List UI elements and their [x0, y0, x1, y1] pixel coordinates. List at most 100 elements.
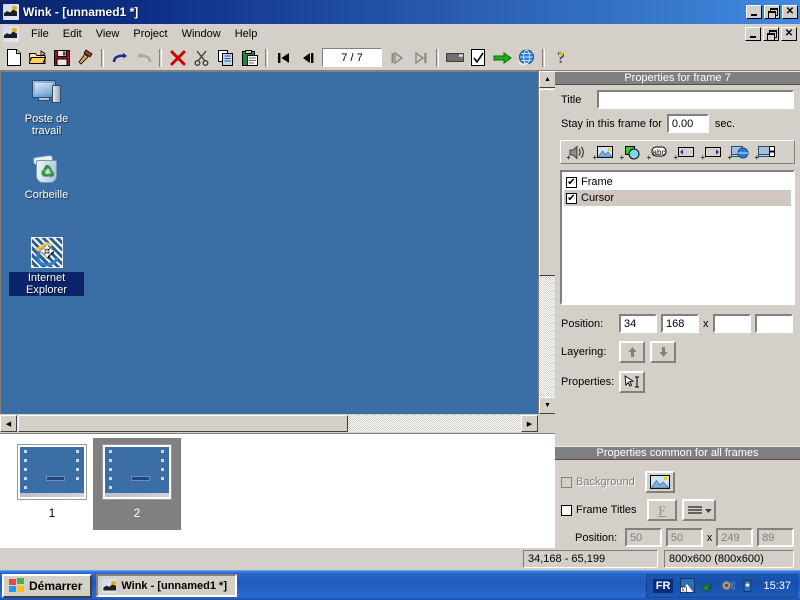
- paste-clipboard-icon[interactable]: [238, 47, 261, 69]
- mdi-minimize-button[interactable]: [745, 27, 761, 41]
- undo-arrow-icon[interactable]: [108, 47, 131, 69]
- checkbox-checked-icon[interactable]: ✔: [566, 176, 577, 188]
- position-label: Position:: [561, 317, 604, 330]
- checked-page-icon[interactable]: [467, 47, 490, 69]
- open-folder-icon[interactable]: [26, 47, 49, 69]
- copy-pages-icon[interactable]: [214, 47, 237, 69]
- checkbox-checked-icon[interactable]: ✔: [566, 192, 577, 204]
- menu-help[interactable]: Help: [228, 26, 265, 42]
- wink-application-window: Wink - [unnamed1 *] ✕ File Edit View Pro…: [0, 0, 800, 600]
- thumbnail-preview: [105, 447, 169, 497]
- canvas-vertical-scrollbar[interactable]: ▲ ▼: [538, 71, 556, 414]
- save-disk-icon[interactable]: [50, 47, 73, 69]
- new-file-icon[interactable]: [2, 47, 25, 69]
- window-restore-button[interactable]: [764, 5, 780, 19]
- battery-icon[interactable]: [740, 578, 755, 593]
- language-indicator[interactable]: FR: [652, 578, 674, 593]
- scroll-left-arrow-icon[interactable]: ◀: [0, 415, 17, 432]
- scroll-up-arrow-icon[interactable]: ▲: [539, 71, 556, 88]
- volume-speaker-green-icon[interactable]: [700, 578, 715, 593]
- wink-bird-icon: [3, 4, 19, 20]
- screen-capture-icon[interactable]: k: [680, 578, 696, 594]
- first-frame-icon[interactable]: [272, 47, 295, 69]
- thumbnail-frame: [17, 444, 87, 500]
- canvas-horizontal-scrollbar[interactable]: ◀ ▶: [0, 415, 538, 432]
- desktop-icon-recycle-bin[interactable]: ♺ Corbeille: [9, 154, 84, 201]
- font-F-icon[interactable]: F: [646, 499, 677, 521]
- position-height-input[interactable]: [754, 314, 793, 333]
- cut-scissors-icon[interactable]: [190, 47, 213, 69]
- menu-window[interactable]: Window: [175, 26, 228, 42]
- hammer-build-icon[interactable]: [74, 47, 97, 69]
- desktop-icon-internet-explorer[interactable]: ✥ Internet Explorer: [9, 237, 84, 296]
- add-text-icon[interactable]: abc +: [644, 142, 670, 162]
- filmstrip-thumbnail[interactable]: 2: [93, 438, 181, 530]
- menu-edit[interactable]: Edit: [56, 26, 89, 42]
- delete-x-icon[interactable]: [166, 47, 189, 69]
- title-input[interactable]: [597, 90, 794, 109]
- green-arrow-icon[interactable]: [491, 47, 514, 69]
- svg-text:+: +: [647, 153, 652, 161]
- add-window-icon[interactable]: +: [752, 142, 778, 162]
- redo-arrow-icon: [132, 47, 155, 69]
- widescreen-icon[interactable]: [443, 47, 466, 69]
- add-shape-icon[interactable]: +: [617, 142, 643, 162]
- sound-wave-icon[interactable]: [720, 578, 737, 593]
- menu-view[interactable]: View: [89, 26, 127, 42]
- background-checkbox[interactable]: [561, 476, 572, 488]
- align-lines-icon[interactable]: [681, 499, 716, 521]
- frame-objects-list[interactable]: ✔ Frame ✔ Cursor: [560, 170, 795, 305]
- vertical-scroll-thumb[interactable]: [539, 89, 556, 276]
- window-minimize-button[interactable]: [746, 5, 762, 19]
- background-label: Background: [576, 476, 635, 488]
- help-question-icon[interactable]: ??: [549, 47, 572, 69]
- editor-column: Poste de travail ♺ Corbeille ✥ Internet …: [0, 71, 556, 549]
- frame-filmstrip[interactable]: 1 2: [0, 433, 555, 549]
- frame-canvas[interactable]: Poste de travail ♺ Corbeille ✥ Internet …: [0, 71, 538, 414]
- menu-project[interactable]: Project: [126, 26, 174, 42]
- add-url-button-icon[interactable]: +: [725, 142, 751, 162]
- previous-frame-icon[interactable]: [296, 47, 319, 69]
- mdi-restore-button[interactable]: [763, 27, 779, 41]
- arrow-up-icon[interactable]: [619, 341, 645, 363]
- arrow-down-icon[interactable]: [650, 341, 676, 363]
- taskbar-item-wink[interactable]: Wink - [unnamed1 *]: [96, 574, 238, 597]
- cursor-text-properties-icon[interactable]: [619, 371, 645, 393]
- mdi-close-button[interactable]: ✕: [781, 27, 797, 41]
- svg-text:abc: abc: [653, 148, 666, 157]
- toolbar-separator: [159, 48, 162, 67]
- start-button[interactable]: Démarrer: [2, 573, 93, 598]
- svg-text:+: +: [593, 153, 598, 161]
- add-next-button-icon[interactable]: +: [698, 142, 724, 162]
- frame-counter-field[interactable]: 7 / 7: [322, 48, 382, 67]
- add-sound-icon[interactable]: +: [563, 142, 589, 162]
- horizontal-scroll-thumb[interactable]: [18, 415, 348, 432]
- desktop-icon-my-computer[interactable]: Poste de travail: [9, 78, 84, 137]
- position-width-input[interactable]: [712, 314, 751, 333]
- object-properties-row: Properties:: [555, 363, 800, 393]
- position-x-input[interactable]: 34: [619, 314, 657, 333]
- list-item[interactable]: ✔ Cursor: [564, 190, 791, 206]
- frame-titles-checkbox[interactable]: [561, 504, 572, 516]
- mdi-document-icon[interactable]: [3, 26, 19, 42]
- position-y-input[interactable]: 168: [661, 314, 699, 333]
- stay-duration-input[interactable]: 0.00: [666, 114, 709, 133]
- main-body: Poste de travail ♺ Corbeille ✥ Internet …: [0, 71, 800, 549]
- menu-file[interactable]: File: [24, 26, 56, 42]
- add-image-icon[interactable]: +: [590, 142, 616, 162]
- object-label: Cursor: [581, 192, 615, 204]
- frame-properties-header: Properties for frame 7: [555, 71, 800, 85]
- browser-globe-icon[interactable]: [515, 47, 538, 69]
- scroll-down-arrow-icon[interactable]: ▼: [539, 397, 556, 414]
- list-item[interactable]: ✔ Frame: [564, 174, 791, 190]
- internet-explorer-icon: ✥: [30, 237, 64, 269]
- picture-icon[interactable]: [644, 471, 675, 493]
- properties-column: Properties for frame 7 Title Stay in thi…: [555, 71, 800, 549]
- window-close-button[interactable]: ✕: [782, 5, 798, 19]
- add-prev-button-icon[interactable]: +: [671, 142, 697, 162]
- filmstrip-thumbnail[interactable]: 1: [8, 438, 96, 530]
- scroll-right-arrow-icon[interactable]: ▶: [521, 415, 538, 432]
- taskbar-clock[interactable]: 15:37: [763, 580, 791, 592]
- toolbar-separator: [542, 48, 545, 67]
- window-title: Wink - [unnamed1 *]: [23, 5, 139, 19]
